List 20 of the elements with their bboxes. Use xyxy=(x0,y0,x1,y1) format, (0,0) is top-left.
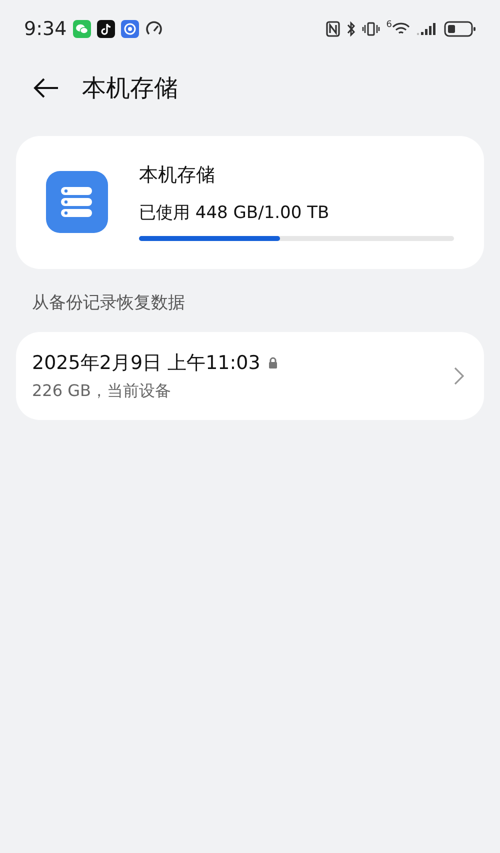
storage-title: 本机存储 xyxy=(139,163,216,188)
status-time: 9:34 xyxy=(24,18,67,40)
bluetooth-icon xyxy=(346,21,356,37)
music-note-app-icon xyxy=(96,20,115,38)
wifi-label: 6 xyxy=(386,20,392,30)
backup-date: 2025年2月9日 上午11:03 xyxy=(32,351,260,376)
section-title: 从备份记录恢复数据 xyxy=(31,292,186,315)
backup-item[interactable]: 2025年2月9日 上午11:03 226 GB，当前设备 xyxy=(16,332,484,420)
back-arrow-icon[interactable] xyxy=(32,76,60,100)
page-title: 本机存储 xyxy=(82,73,178,104)
storage-app-icon xyxy=(46,170,108,232)
nfc-icon xyxy=(326,21,340,37)
vibrate-icon xyxy=(362,21,380,37)
signal-icon xyxy=(416,21,438,37)
battery-icon xyxy=(444,21,476,37)
chat-app-icon xyxy=(72,20,91,38)
backup-details: 226 GB，当前设备 xyxy=(32,381,172,402)
storage-usage: 已使用 448 GB/1.00 TB xyxy=(139,202,330,224)
target-app-icon xyxy=(120,20,139,38)
chevron-right-icon xyxy=(454,367,464,385)
